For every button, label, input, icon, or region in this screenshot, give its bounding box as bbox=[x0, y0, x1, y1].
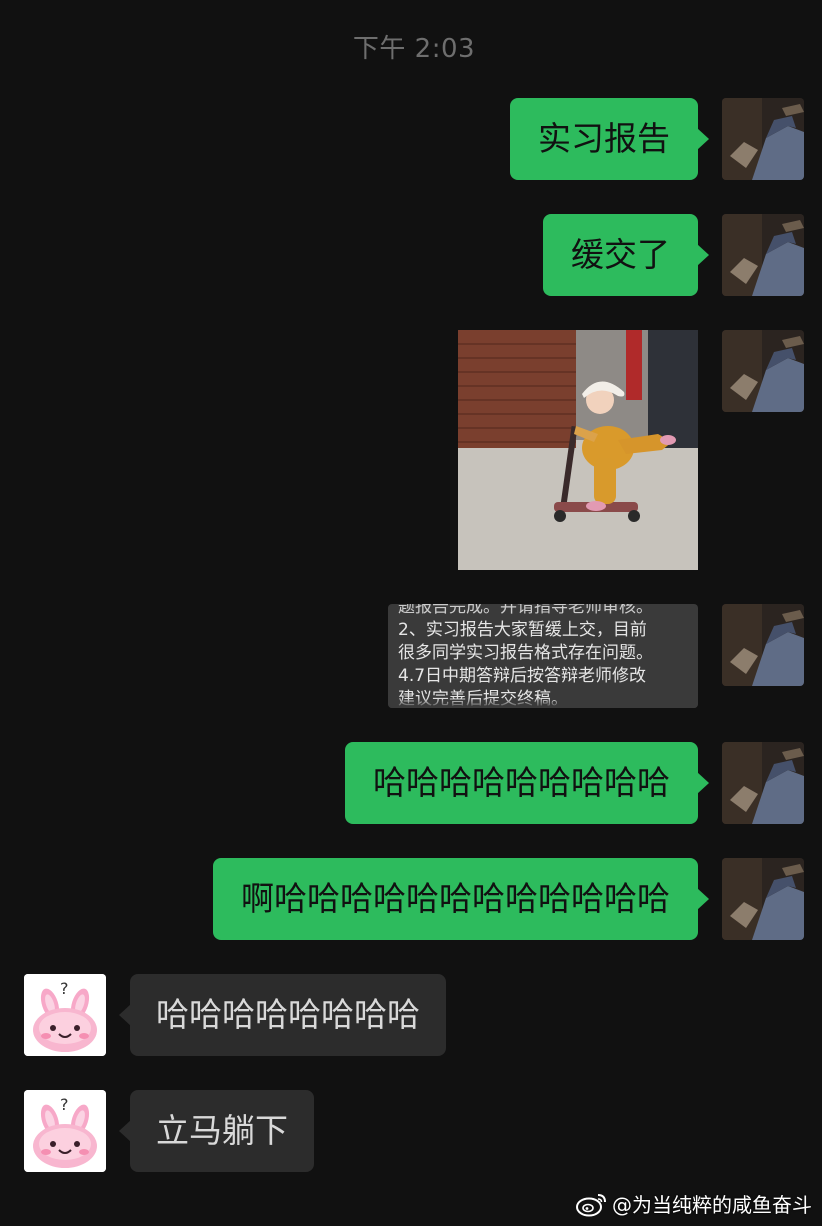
message-text: 哈哈哈哈哈哈哈哈哈 bbox=[373, 763, 670, 802]
sent-screenshot-message[interactable]: 题报告完成。并请指导老师审核。 2、实习报告大家暂缓上交，目前 很多同学实习报告… bbox=[388, 604, 698, 708]
self-avatar[interactable] bbox=[722, 604, 804, 686]
weibo-icon bbox=[576, 1193, 606, 1216]
dark-photo-avatar-icon bbox=[722, 214, 804, 296]
weibo-watermark: @为当纯粹的咸鱼奋斗 bbox=[576, 1189, 812, 1218]
received-message-bubble[interactable]: 立马躺下 bbox=[119, 1090, 314, 1172]
dark-photo-avatar-icon bbox=[722, 98, 804, 180]
dark-photo-avatar-icon bbox=[722, 604, 804, 686]
message-text: 立马躺下 bbox=[156, 1111, 288, 1150]
message-timestamp: 下午 2:03 bbox=[352, 34, 476, 64]
self-avatar[interactable] bbox=[722, 98, 804, 180]
message-text: 哈哈哈哈哈哈哈哈 bbox=[156, 995, 420, 1034]
message-text: 实习报告 bbox=[538, 119, 670, 158]
sent-message-bubble[interactable]: 缓交了 bbox=[543, 214, 709, 296]
dark-photo-avatar-icon bbox=[722, 742, 804, 824]
dark-photo-avatar-icon bbox=[722, 330, 804, 412]
snippet-fade bbox=[388, 698, 698, 708]
sent-message-bubble[interactable]: 实习报告 bbox=[510, 98, 709, 180]
pink-bunny-question-avatar-icon: ? bbox=[24, 974, 106, 1056]
svg-text:?: ? bbox=[60, 979, 69, 998]
self-avatar[interactable] bbox=[722, 330, 804, 412]
contact-avatar[interactable]: ? bbox=[24, 974, 106, 1056]
dark-photo-avatar-icon bbox=[722, 858, 804, 940]
self-avatar[interactable] bbox=[722, 742, 804, 824]
received-message-bubble[interactable]: 哈哈哈哈哈哈哈哈 bbox=[119, 974, 446, 1056]
snippet-line: 题报告完成。并请指导老师审核。 bbox=[398, 604, 653, 617]
child-on-scooter-photo-icon bbox=[458, 330, 698, 570]
sent-image-message[interactable] bbox=[458, 330, 698, 570]
message-text: 啊哈哈哈哈哈哈哈哈哈哈哈哈 bbox=[241, 879, 670, 918]
message-text: 缓交了 bbox=[571, 235, 670, 274]
self-avatar[interactable] bbox=[722, 858, 804, 940]
sent-message-bubble[interactable]: 啊哈哈哈哈哈哈哈哈哈哈哈哈 bbox=[213, 858, 709, 940]
pink-bunny-question-avatar-icon: ? bbox=[24, 1090, 106, 1172]
sent-message-bubble[interactable]: 哈哈哈哈哈哈哈哈哈 bbox=[345, 742, 709, 824]
watermark-text: @为当纯粹的咸鱼奋斗 bbox=[612, 1193, 812, 1217]
self-avatar[interactable] bbox=[722, 214, 804, 296]
snippet-line: 2、实习报告大家暂缓上交，目前 bbox=[398, 620, 647, 640]
contact-avatar[interactable]: ? bbox=[24, 1090, 106, 1172]
svg-text:?: ? bbox=[60, 1095, 69, 1114]
snippet-line: 很多同学实习报告格式存在问题。 bbox=[398, 643, 653, 663]
snippet-line: 4.7日中期答辩后按答辩老师修改 bbox=[398, 666, 647, 686]
